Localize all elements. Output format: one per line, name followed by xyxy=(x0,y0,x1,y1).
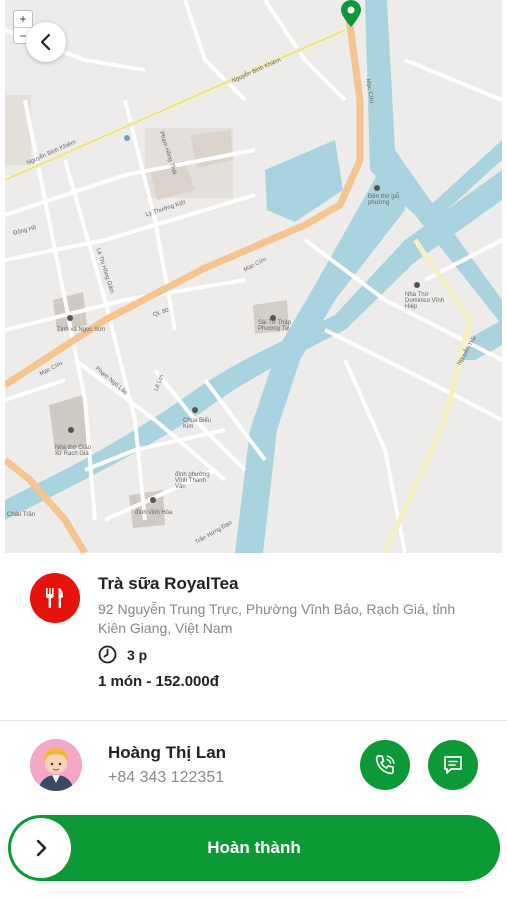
map-view[interactable]: Nguyễn Bỉnh Khiêm Nguyễn Bỉnh Khiêm Mạc … xyxy=(5,0,502,553)
map-label: Nhà Thờ Dominico Vĩnh Hiệp xyxy=(405,292,445,310)
map-canvas xyxy=(5,0,502,553)
chevron-left-icon xyxy=(40,33,51,51)
customer-panel: Hoàng Thị Lan +84 343 122351 xyxy=(0,722,507,812)
map-label: Đền thờ giỗ phường xyxy=(368,194,400,206)
map-label: đình phường Vĩnh Thanh Vân xyxy=(175,472,210,490)
map-label: Châu Trần xyxy=(7,512,36,518)
map-label: đình vĩnh Hòa xyxy=(135,510,173,516)
clock-icon xyxy=(98,645,117,664)
location-pin-icon xyxy=(339,0,363,28)
map-label: Nhà thờ Giáo xứ Rạch Giá xyxy=(55,445,91,457)
map-label: Sài Tờ Thập Phương Tự xyxy=(258,320,292,332)
store-name: Trà sữa RoyalTea xyxy=(98,574,239,593)
restaurant-badge xyxy=(30,573,80,623)
eta-row: 3 p xyxy=(98,645,147,664)
complete-slider[interactable]: Hoàn thành xyxy=(8,815,500,881)
chat-button[interactable] xyxy=(428,740,478,790)
eta-value: 3 p xyxy=(127,646,148,663)
map-label: Chùa Biểu Kim xyxy=(183,418,212,430)
avatar xyxy=(30,739,82,791)
customer-name: Hoàng Thị Lan xyxy=(108,743,227,762)
phone-icon xyxy=(375,755,395,775)
store-address: 92 Nguyễn Trung Trực, Phường Vĩnh Bảo, R… xyxy=(98,601,456,636)
back-button[interactable] xyxy=(26,22,66,62)
zoom-in-button[interactable]: + xyxy=(14,11,32,27)
fork-knife-icon xyxy=(46,588,63,608)
chat-icon xyxy=(444,756,462,774)
customer-phone: +84 343 122351 xyxy=(108,769,225,786)
store-info-panel: Trà sữa RoyalTea 92 Nguyễn Trung Trực, P… xyxy=(0,553,507,721)
call-button[interactable] xyxy=(360,740,410,790)
map-label: Tịnh xá Ngọc Sơn xyxy=(57,327,106,333)
complete-label: Hoàn thành xyxy=(207,838,301,857)
order-summary: 1 món - 152.000đ xyxy=(98,673,219,690)
